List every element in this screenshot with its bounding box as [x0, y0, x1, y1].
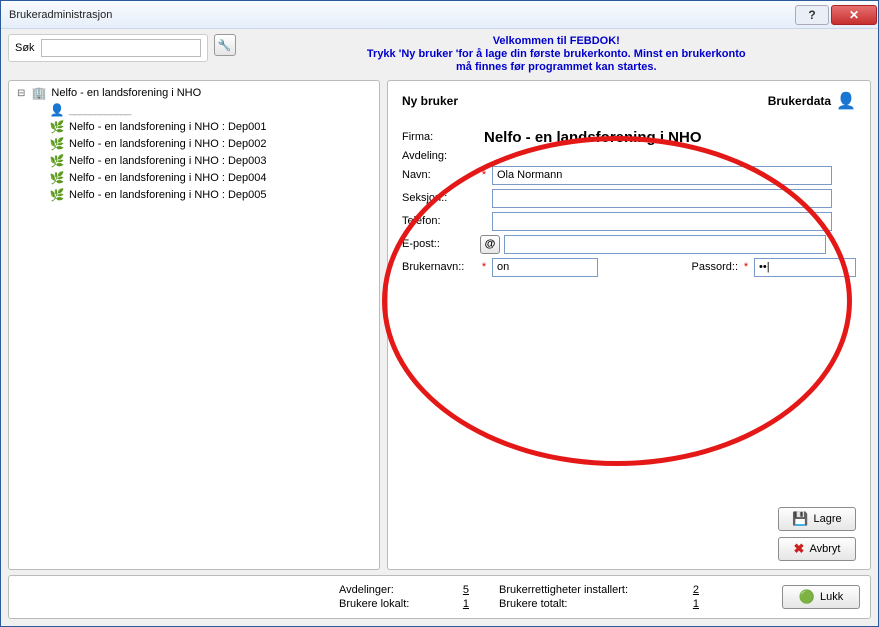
- search-box: Søk: [8, 34, 208, 62]
- search-input[interactable]: [41, 39, 201, 57]
- org-icon: 🏢: [31, 86, 47, 100]
- navn-label: Navn:: [402, 169, 480, 181]
- user-icon: 👤: [49, 103, 65, 117]
- tree-dep-label: Nelfo - en landsforening i NHO : Dep004: [69, 170, 267, 187]
- status-bar: Avdelinger: 5 Brukerrettigheter installe…: [8, 575, 871, 619]
- avbryt-button[interactable]: ✖ Avbryt: [778, 537, 856, 561]
- telefon-input[interactable]: [492, 212, 832, 231]
- avdeling-label: Avdeling:: [402, 150, 480, 162]
- required-icon: *: [480, 169, 488, 181]
- lukk-label: Lukk: [820, 591, 843, 603]
- required-icon: *: [480, 261, 488, 273]
- lagre-label: Lagre: [814, 513, 842, 525]
- form-title-left: Ny bruker: [402, 94, 458, 108]
- tree-dep-item[interactable]: 🌿 Nelfo - en landsforening i NHO : Dep00…: [35, 136, 377, 153]
- titlebar: Brukeradministrasjon: [1, 1, 878, 29]
- navn-input[interactable]: [492, 166, 832, 185]
- passord-input[interactable]: [754, 258, 856, 277]
- tree-user-label: ____________: [69, 102, 130, 119]
- tree-dep-item[interactable]: 🌿 Nelfo - en landsforening i NHO : Dep00…: [35, 119, 377, 136]
- firma-label: Firma:: [402, 131, 480, 143]
- stat-lokalt-value: 1: [449, 598, 469, 610]
- tree-dep-label: Nelfo - en landsforening i NHO : Dep005: [69, 187, 267, 204]
- tree-root[interactable]: 🏢 Nelfo - en landsforening i NHO: [17, 85, 377, 102]
- brukernavn-input[interactable]: [492, 258, 598, 277]
- passord-label: Passord::: [692, 261, 738, 273]
- at-icon[interactable]: @: [480, 235, 500, 254]
- search-label: Søk: [15, 42, 35, 54]
- stat-rettigheter-label: Brukerrettigheter installert:: [499, 584, 669, 596]
- department-icon: 🌿: [49, 171, 65, 185]
- required-icon: *: [742, 261, 750, 273]
- stat-rettigheter-value: 2: [679, 584, 699, 596]
- tree-dep-item[interactable]: 🌿 Nelfo - en landsforening i NHO : Dep00…: [35, 153, 377, 170]
- window-title: Brukeradministrasjon: [9, 9, 794, 21]
- department-icon: 🌿: [49, 137, 65, 151]
- firma-value: Nelfo - en landsforening i NHO: [484, 129, 702, 146]
- seksjon-input[interactable]: [492, 189, 832, 208]
- form-panel: Ny bruker Brukerdata 👤 Firma: Nelfo - en…: [387, 80, 871, 570]
- brukernavn-label: Brukernavn::: [402, 261, 480, 273]
- user-icon: 👤: [836, 91, 856, 111]
- save-icon: 💾: [792, 511, 808, 527]
- telefon-label: Telefon:: [402, 215, 480, 227]
- welcome-banner: Velkommen til FEBDOK! Trykk 'Ny bruker '…: [242, 34, 871, 75]
- cancel-icon: ✖: [794, 541, 805, 557]
- epost-label: E-post::: [402, 238, 480, 250]
- wrench-icon: 🔧: [218, 39, 232, 52]
- seksjon-label: Seksjon::: [402, 192, 480, 204]
- welcome-line3: må finnes før programmet kan startes.: [242, 61, 871, 74]
- tree-panel: 🏢 Nelfo - en landsforening i NHO 👤 _____…: [8, 80, 380, 570]
- close-icon: 🟢: [799, 589, 815, 605]
- tree-user-item[interactable]: 👤 ____________: [35, 102, 377, 119]
- form-title-right: Brukerdata: [768, 94, 831, 108]
- stat-avdelinger-label: Avdelinger:: [339, 584, 439, 596]
- department-icon: 🌿: [49, 188, 65, 202]
- tree-dep-label: Nelfo - en landsforening i NHO : Dep002: [69, 136, 267, 153]
- welcome-line2: Trykk 'Ny bruker 'for å lage din første …: [242, 48, 871, 61]
- window: Brukeradministrasjon Søk 🔧 Velkommen til…: [0, 0, 879, 627]
- epost-input[interactable]: [504, 235, 826, 254]
- help-button[interactable]: [795, 5, 829, 25]
- department-icon: 🌿: [49, 154, 65, 168]
- department-icon: 🌿: [49, 120, 65, 134]
- stat-avdelinger-value: 5: [449, 584, 469, 596]
- tree-root-label: Nelfo - en landsforening i NHO: [51, 85, 201, 102]
- close-button[interactable]: [831, 5, 877, 25]
- lukk-button[interactable]: 🟢 Lukk: [782, 585, 860, 609]
- tree-dep-item[interactable]: 🌿 Nelfo - en landsforening i NHO : Dep00…: [35, 187, 377, 204]
- lagre-button[interactable]: 💾 Lagre: [778, 507, 856, 531]
- tree-dep-label: Nelfo - en landsforening i NHO : Dep003: [69, 153, 267, 170]
- org-tree[interactable]: 🏢 Nelfo - en landsforening i NHO 👤 _____…: [11, 85, 377, 204]
- stat-totalt-value: 1: [679, 598, 699, 610]
- tree-dep-item[interactable]: 🌿 Nelfo - en landsforening i NHO : Dep00…: [35, 170, 377, 187]
- tree-dep-label: Nelfo - en landsforening i NHO : Dep001: [69, 119, 267, 136]
- stat-lokalt-label: Brukere lokalt:: [339, 598, 439, 610]
- annotation-circle: [382, 136, 852, 466]
- welcome-line1: Velkommen til FEBDOK!: [242, 35, 871, 48]
- search-tool-button[interactable]: 🔧: [214, 34, 236, 56]
- avbryt-label: Avbryt: [809, 543, 840, 555]
- stat-totalt-label: Brukere totalt:: [499, 598, 669, 610]
